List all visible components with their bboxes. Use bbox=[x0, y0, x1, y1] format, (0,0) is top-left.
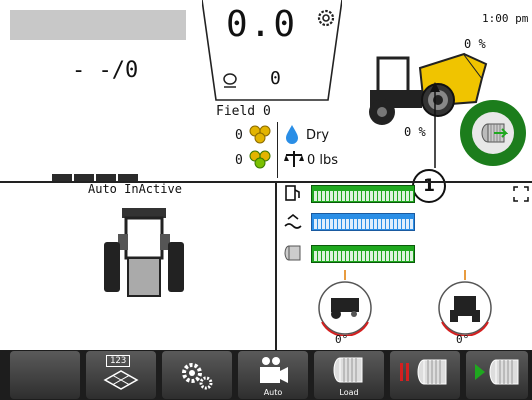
progress-dashes bbox=[52, 167, 152, 182]
bale-status-indicator[interactable] bbox=[460, 100, 526, 166]
weight-value: 0 lbs bbox=[307, 153, 339, 168]
pct-mid: 0 % bbox=[404, 125, 426, 139]
wrap-fill bbox=[312, 246, 414, 262]
counter-text: - -/0 bbox=[72, 58, 139, 83]
field-grid-icon bbox=[103, 370, 139, 390]
secondary-value: 0 bbox=[270, 68, 281, 89]
water-fill bbox=[312, 214, 414, 230]
bales-icon bbox=[249, 125, 271, 144]
field-divider bbox=[277, 122, 278, 178]
auto-button[interactable]: Auto bbox=[238, 351, 308, 399]
moisture-value: Dry bbox=[306, 128, 330, 143]
horizontal-divider bbox=[0, 181, 532, 183]
speed-value: 0.0 bbox=[226, 4, 298, 45]
left-angle-value: 0° bbox=[335, 333, 349, 346]
expand-icon[interactable] bbox=[513, 186, 529, 202]
field-label: Field 0 bbox=[216, 104, 271, 119]
clock: 1:00 pm bbox=[482, 12, 529, 25]
water-level-bar bbox=[311, 213, 415, 231]
wrap-roll-icon bbox=[481, 123, 508, 143]
scale-icon bbox=[284, 151, 304, 167]
tractor-front-illustration bbox=[104, 208, 184, 297]
tilt-gauge-right bbox=[438, 270, 492, 336]
gears-icon bbox=[182, 363, 213, 390]
start-roll-icon bbox=[489, 359, 519, 385]
wrap-level-bar bbox=[311, 245, 415, 263]
settings-button[interactable] bbox=[162, 351, 232, 399]
bales-count: 0 bbox=[235, 128, 243, 143]
load-button[interactable]: Load bbox=[314, 351, 384, 399]
tilt-gauge-left bbox=[318, 270, 372, 336]
moisture-icon bbox=[286, 125, 298, 144]
pause-icon bbox=[400, 363, 403, 381]
wrapped-count: 0 bbox=[235, 153, 243, 168]
field-number-icon: 123 bbox=[106, 355, 131, 367]
auto-steer-icon bbox=[260, 357, 288, 383]
wrap-icon bbox=[284, 245, 301, 261]
fuel-level-bar bbox=[311, 185, 415, 203]
fuel-fill bbox=[312, 186, 414, 202]
play-icon bbox=[475, 364, 485, 380]
load-roll-icon bbox=[333, 357, 363, 383]
fuel-icon bbox=[285, 185, 300, 201]
engine-icon bbox=[223, 73, 237, 88]
pct-top: 0 % bbox=[464, 37, 486, 51]
callout-badge: 1 bbox=[412, 169, 446, 203]
status-bar bbox=[10, 10, 186, 40]
auto-label: Auto bbox=[263, 388, 283, 397]
water-icon bbox=[284, 213, 302, 229]
callout-arrow bbox=[430, 82, 440, 168]
stop-wrap-button[interactable] bbox=[390, 351, 460, 399]
vertical-divider bbox=[275, 181, 277, 350]
start-wrap-button[interactable] bbox=[466, 351, 528, 399]
load-label: Load bbox=[339, 388, 359, 397]
right-angle-value: 0° bbox=[456, 333, 470, 346]
gear-icon bbox=[317, 9, 335, 27]
wrapped-bales-icon bbox=[249, 150, 271, 169]
field-button[interactable]: 123 bbox=[86, 351, 156, 399]
auto-status: Auto InActive bbox=[88, 182, 182, 196]
stop-roll-icon bbox=[417, 359, 447, 385]
blank-button[interactable] bbox=[10, 351, 80, 399]
